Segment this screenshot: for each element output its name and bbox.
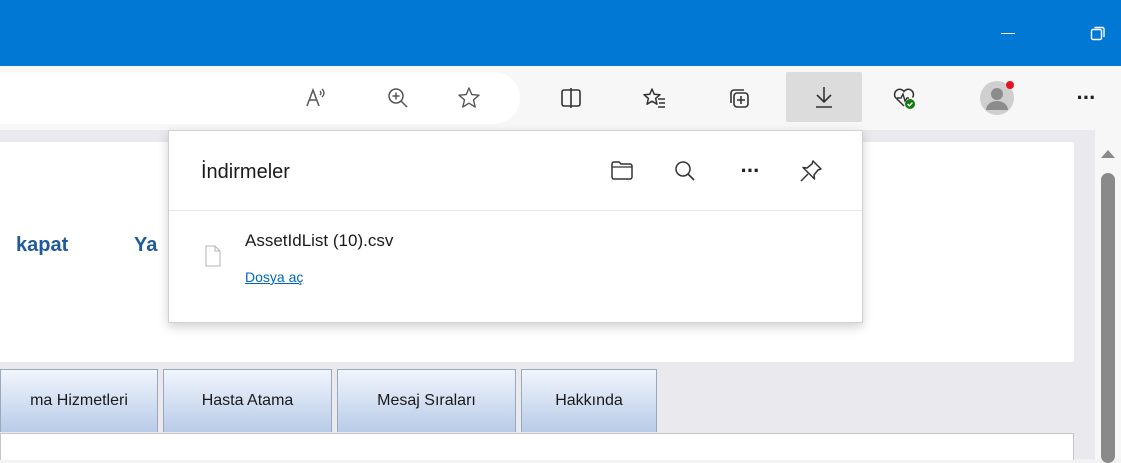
more-button[interactable]: ···: [1062, 74, 1110, 122]
zoom-icon: [388, 88, 408, 108]
tab-label: Hakkında: [555, 392, 623, 409]
scrollbar-thumb[interactable]: [1101, 173, 1115, 463]
tab-services[interactable]: ma Hizmetleri: [0, 369, 158, 432]
favorites-button[interactable]: [630, 74, 678, 122]
restore-icon: [1090, 26, 1105, 41]
page-tabs: ma Hizmetleri Hasta Atama Mesaj Sıraları…: [0, 369, 1074, 435]
browser-essentials-icon: [893, 88, 915, 109]
open-file-link[interactable]: Dosya aç: [245, 269, 303, 285]
more-icon: ···: [1076, 85, 1097, 110]
zoom-button[interactable]: [374, 74, 422, 122]
downloads-button[interactable]: [786, 72, 862, 122]
downloads-title: İndirmeler: [201, 161, 290, 183]
minimize-button[interactable]: [985, 0, 1031, 66]
header-link-partial[interactable]: Ya: [134, 234, 157, 257]
download-file-name[interactable]: AssetIdList (10).csv: [245, 231, 393, 251]
read-aloud-button[interactable]: [291, 74, 339, 122]
tab-about[interactable]: Hakkında: [521, 369, 657, 432]
search-icon: [675, 161, 695, 181]
tab-label: Mesaj Sıraları: [377, 392, 476, 409]
scroll-up-arrow-icon[interactable]: [1101, 150, 1115, 158]
profile-icon: [980, 81, 1014, 115]
browser-essentials-button[interactable]: [880, 74, 928, 122]
tab-message-queues[interactable]: Mesaj Sıraları: [337, 369, 516, 432]
collections-icon: [730, 89, 749, 108]
profile-button[interactable]: [973, 74, 1021, 122]
downloads-icon: [816, 87, 832, 108]
close-link[interactable]: kapat: [16, 234, 68, 257]
collections-button[interactable]: [715, 74, 763, 122]
split-screen-button[interactable]: [547, 74, 595, 122]
file-icon: [205, 245, 221, 267]
address-bar[interactable]: [0, 72, 520, 124]
browser-toolbar: ···: [0, 66, 1121, 130]
tab-label: Hasta Atama: [201, 392, 294, 409]
search-downloads-button[interactable]: [667, 153, 703, 189]
minimize-icon: [1001, 32, 1015, 34]
restore-button[interactable]: [1075, 0, 1121, 66]
flyout-divider: [169, 210, 862, 211]
tab-content-panel: [0, 433, 1074, 460]
pin-icon: [800, 160, 822, 182]
tab-label: ma Hizmetleri: [30, 392, 128, 409]
favorite-star-icon: [458, 87, 480, 108]
more-icon: ···: [740, 158, 761, 183]
pin-flyout-button[interactable]: [793, 153, 829, 189]
split-screen-icon: [561, 88, 581, 108]
download-item[interactable]: [205, 245, 221, 272]
favorites-icon: [643, 88, 665, 108]
open-downloads-folder-button[interactable]: [604, 153, 640, 189]
tab-patient-assignment[interactable]: Hasta Atama: [163, 369, 332, 432]
downloads-more-button[interactable]: ···: [732, 153, 768, 189]
folder-icon: [611, 161, 633, 180]
favorite-button[interactable]: [445, 74, 493, 122]
read-aloud-icon: [306, 87, 325, 107]
downloads-flyout: İndirmeler ··· AssetIdList (10).csv Dosy…: [168, 130, 863, 323]
title-bar: [0, 0, 1121, 66]
